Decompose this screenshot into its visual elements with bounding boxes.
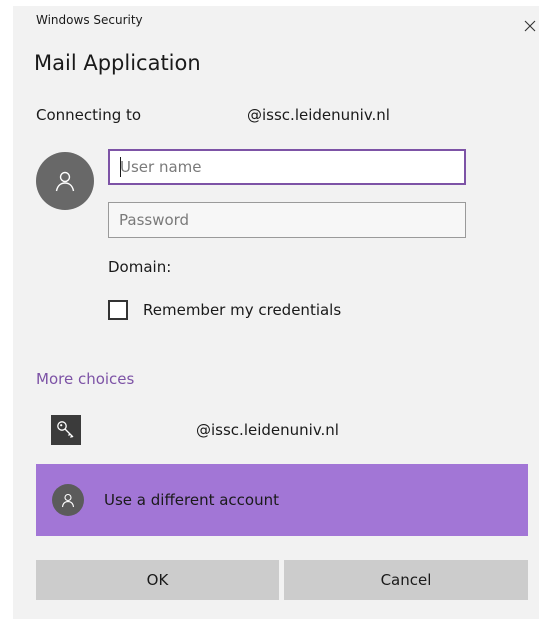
close-icon <box>524 20 536 32</box>
close-button[interactable] <box>518 14 539 38</box>
credential-option-smartcard[interactable]: @issc.leidenuniv.nl <box>36 409 528 453</box>
windows-security-dialog: Windows Security Mail Application Connec… <box>13 6 539 619</box>
window-title: Windows Security <box>36 13 143 27</box>
text-caret <box>120 157 121 177</box>
app-title: Mail Application <box>34 51 201 75</box>
connecting-host: @issc.leidenuniv.nl <box>247 106 390 124</box>
connecting-label: Connecting to <box>36 106 142 124</box>
different-account-label: Use a different account <box>104 491 279 509</box>
key-icon-tile <box>51 415 81 445</box>
domain-label: Domain: <box>108 258 172 276</box>
user-icon <box>55 171 75 192</box>
cancel-button[interactable]: Cancel <box>284 560 528 600</box>
different-account-avatar <box>52 484 84 516</box>
screen-background: Windows Security Mail Application Connec… <box>0 0 539 619</box>
ok-button[interactable]: OK <box>36 560 279 600</box>
more-choices-link[interactable]: More choices <box>36 370 134 388</box>
use-different-account-option[interactable]: Use a different account <box>36 464 528 536</box>
remember-credentials-label: Remember my credentials <box>143 301 342 319</box>
remember-credentials-checkbox-row[interactable]: Remember my credentials <box>108 300 341 320</box>
username-input[interactable] <box>108 149 466 185</box>
user-icon <box>61 493 75 508</box>
smartcard-host: @issc.leidenuniv.nl <box>196 421 339 439</box>
key-icon <box>57 421 74 438</box>
user-avatar <box>36 152 94 210</box>
password-input[interactable] <box>108 202 466 238</box>
remember-credentials-checkbox[interactable] <box>108 300 128 320</box>
